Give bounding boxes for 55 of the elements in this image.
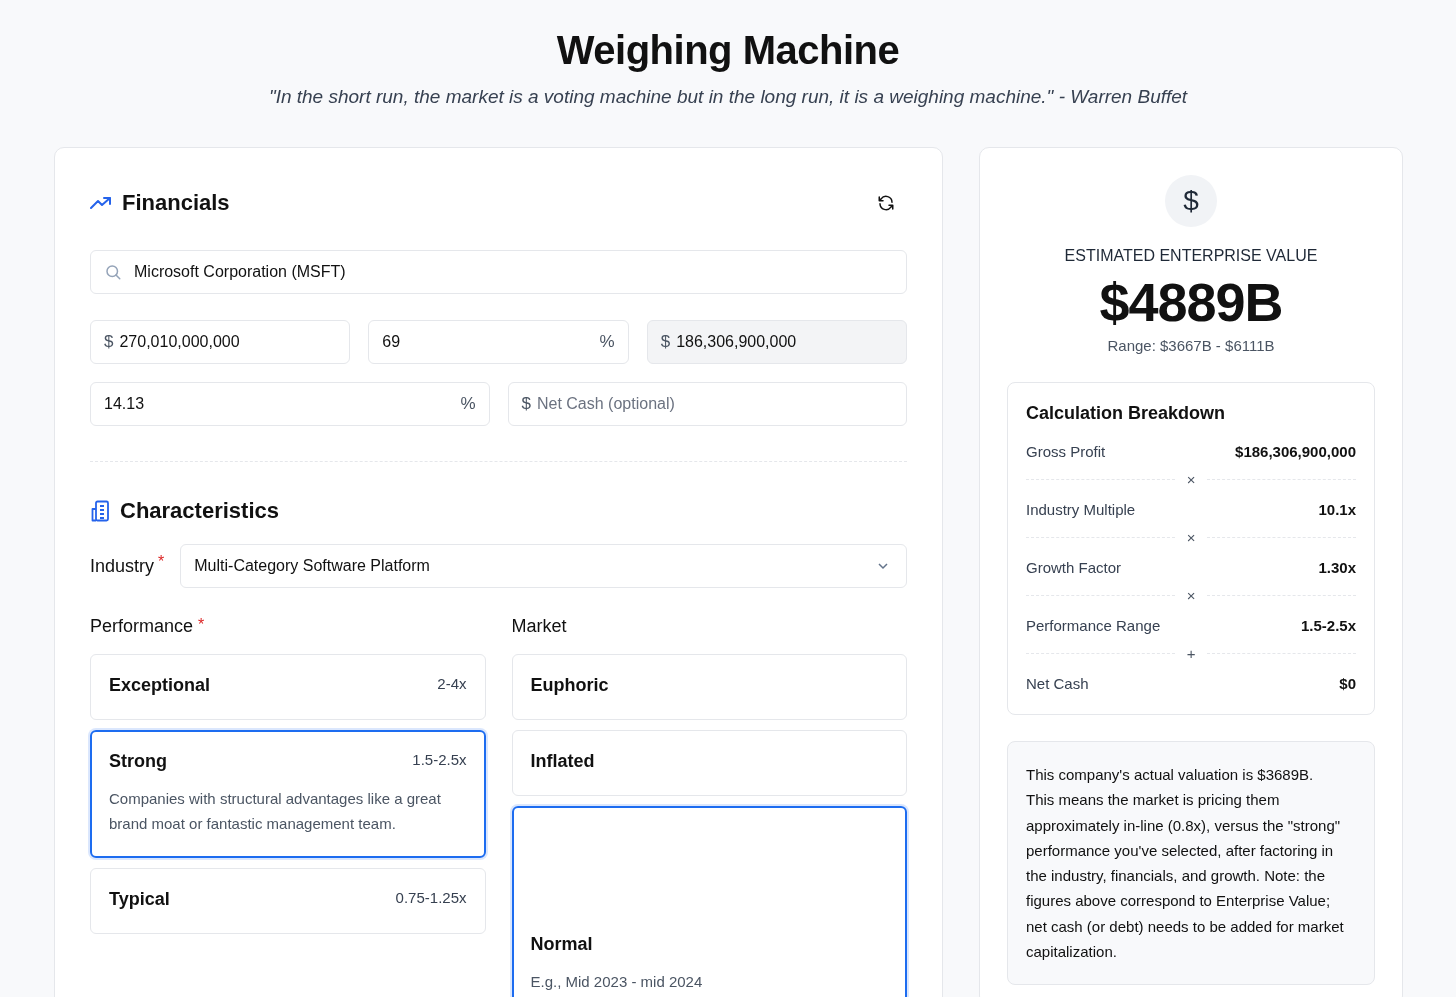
operator-sign: ×: [1186, 528, 1196, 546]
operator-sign: ×: [1186, 470, 1196, 488]
option-card[interactable]: Strong 1.5-2.5x Companies with structural advantages like a great brand moat or fantastic management team.: [90, 730, 486, 858]
input-field[interactable]: 69 %: [368, 320, 629, 364]
option-description: Companies with structural advantages like a great brand moat or fantastic management team.: [109, 789, 442, 834]
row-label: Industry Multiple: [1026, 500, 1136, 520]
row-label: Growth Factor: [1026, 558, 1122, 578]
option-card[interactable]: Exceptional 2-4x: [90, 654, 486, 720]
input-field[interactable]: $ Net Cash (optional): [507, 382, 907, 426]
option-title: Strong: [109, 751, 167, 772]
building-icon: [90, 500, 110, 522]
option-range: 1.5-2.5x: [412, 751, 467, 768]
result-range: Range: $3667B - $6111B: [1107, 337, 1275, 354]
row-label: Performance Range: [1026, 616, 1161, 636]
option-title: Exceptional: [109, 675, 211, 696]
option-title: Normal: [530, 934, 593, 955]
option-title: Euphoric: [530, 675, 609, 696]
required-mark: *: [198, 616, 205, 634]
result-value: $4889B: [1099, 271, 1283, 333]
row-value: $186,306,900,000: [1235, 442, 1356, 462]
required-mark: *: [158, 553, 165, 571]
row-label: Net Cash: [1026, 674, 1089, 694]
row-value: 10.1x: [1318, 500, 1356, 520]
input-field[interactable]: 14.13 %: [90, 382, 490, 426]
option-title: Typical: [109, 889, 170, 910]
row-value: $0: [1339, 674, 1356, 694]
operator-sign: ×: [1186, 586, 1196, 604]
field-label: Market: [511, 616, 567, 637]
option-range: 2-4x: [437, 675, 467, 692]
panel-title: Calculation Breakdown: [1026, 403, 1227, 424]
quote: "In the short run, the market is a voting machine but in the long run, it is a weighing machine." - Warren Buffet: [267, 86, 1189, 108]
search-icon: [104, 263, 122, 281]
section-title: Financials: [122, 190, 230, 216]
row-value: 1.5-2.5x: [1300, 616, 1356, 636]
option-description: E.g., Mid 2023 - mid 2024: [530, 972, 704, 992]
dollar-icon: $: [1165, 175, 1217, 227]
result-label: ESTIMATED ENTERPRISE VALUE: [1064, 247, 1318, 265]
search-field[interactable]: Microsoft Corporation (MSFT): [90, 250, 907, 294]
trend-icon: [90, 196, 112, 210]
option-card[interactable]: Typical 0.75-1.25x: [90, 868, 486, 934]
page-title: Weighing Machine: [555, 27, 901, 74]
option-card[interactable]: Euphoric: [511, 654, 907, 720]
explanation-text: This company's actual valuation is $3689B. This means the market is pricing them approximately in-line (0.8x), versus the "strong" performance you've selected, after factoring in the industry, financials, and growth. Note: the figures above correspond to Enterprise Value; net cash (or debt) needs to be added for market capitalization.: [1026, 765, 1344, 963]
field-label: Performance: [90, 616, 194, 637]
option-card[interactable]: Normal E.g., Mid 2023 - mid 2024: [511, 806, 907, 997]
row-value: 1.30x: [1318, 558, 1356, 578]
option-range: 0.75-1.25x: [395, 889, 467, 906]
row-label: Gross Profit: [1026, 442, 1106, 462]
section-title: Characteristics: [120, 498, 279, 524]
option-card[interactable]: Inflated: [511, 730, 907, 796]
industry-dropdown[interactable]: Multi-Category Software Platform: [180, 544, 907, 588]
field-label: Industry: [90, 555, 155, 577]
operator-sign: +: [1186, 644, 1196, 662]
input-field[interactable]: $ 270,010,000,000: [90, 320, 351, 364]
option-title: Inflated: [530, 751, 595, 772]
